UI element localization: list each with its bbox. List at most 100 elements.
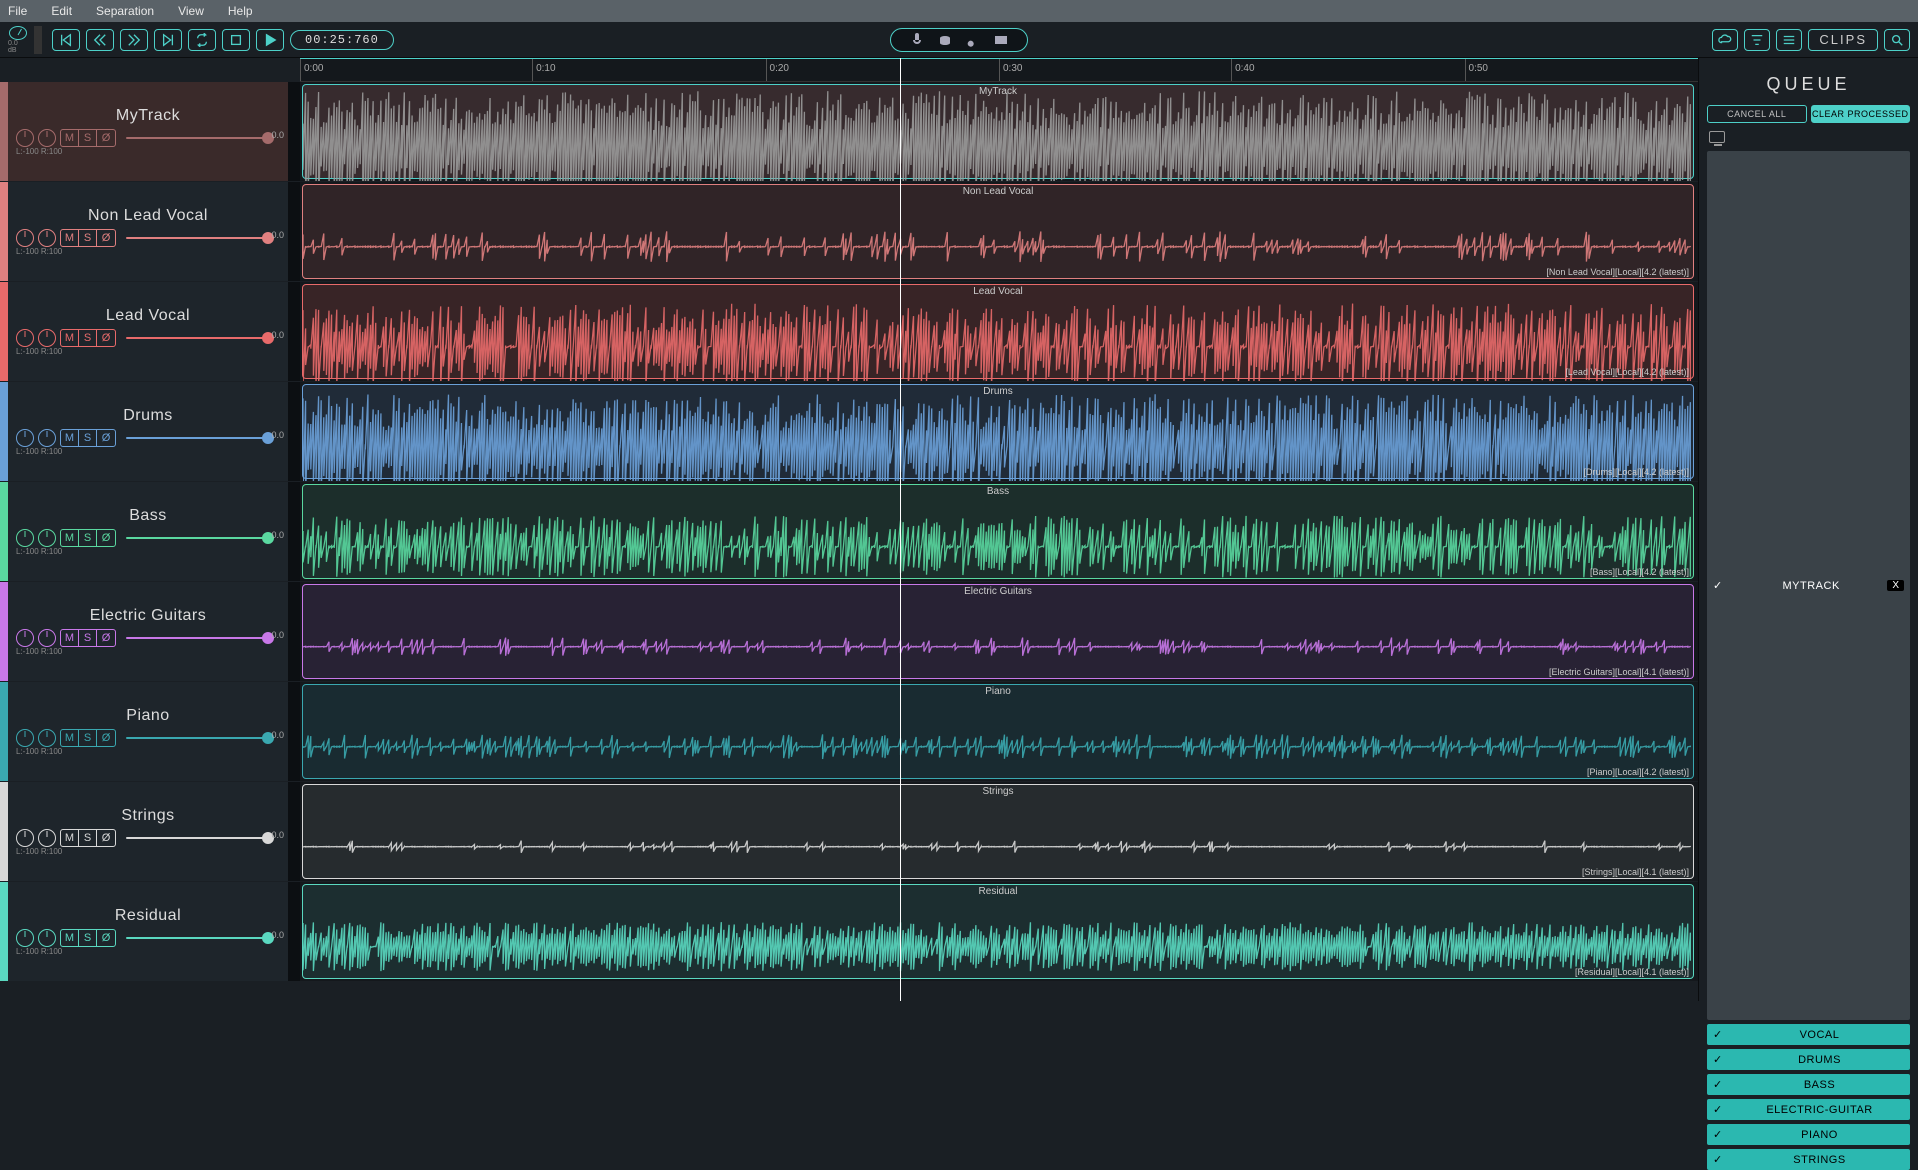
- track-gain-knob[interactable]: [38, 129, 56, 147]
- track-volume-slider[interactable]: [126, 237, 274, 239]
- solo-button[interactable]: S: [79, 930, 97, 946]
- track-lane[interactable]: Bass[Bass][Local][4.2 (latest)]: [300, 482, 1698, 581]
- phase-button[interactable]: Ø: [97, 630, 115, 646]
- audio-clip[interactable]: Bass[Bass][Local][4.2 (latest)]: [302, 484, 1694, 579]
- track-gain-knob[interactable]: [38, 729, 56, 747]
- queue-item[interactable]: ✓BASS: [1707, 1074, 1910, 1095]
- track-pan-knob[interactable]: [16, 529, 34, 547]
- solo-button[interactable]: S: [79, 730, 97, 746]
- track-gain-knob[interactable]: [38, 229, 56, 247]
- search-button[interactable]: [1884, 29, 1910, 51]
- track-pan-knob[interactable]: [16, 329, 34, 347]
- track-gain-knob[interactable]: [38, 629, 56, 647]
- solo-button[interactable]: S: [79, 530, 97, 546]
- queue-item[interactable]: ✓VOCAL: [1707, 1024, 1910, 1045]
- phase-button[interactable]: Ø: [97, 830, 115, 846]
- audio-clip[interactable]: Residual[Residual][Local][4.1 (latest)]: [302, 884, 1694, 979]
- track-pan-knob[interactable]: [16, 629, 34, 647]
- track-lane[interactable]: Lead Vocal[Lead Vocal][Local][4.2 (lates…: [300, 282, 1698, 381]
- rewind-button[interactable]: [86, 29, 114, 51]
- mute-button[interactable]: M: [61, 730, 79, 746]
- mute-button[interactable]: M: [61, 130, 79, 146]
- play-button[interactable]: [256, 29, 284, 51]
- track-volume-slider[interactable]: [126, 337, 274, 339]
- stop-button[interactable]: [222, 29, 250, 51]
- solo-button[interactable]: S: [79, 130, 97, 146]
- track-lane[interactable]: Residual[Residual][Local][4.1 (latest)]: [300, 882, 1698, 981]
- track-volume-slider[interactable]: [126, 437, 274, 439]
- mute-button[interactable]: M: [61, 430, 79, 446]
- solo-button[interactable]: S: [79, 330, 97, 346]
- track-volume-slider[interactable]: [126, 837, 274, 839]
- track-lane[interactable]: Drums[Drums][Local][4.2 (latest)]: [300, 382, 1698, 481]
- skip-end-button[interactable]: [154, 29, 182, 51]
- timecode-display[interactable]: 00:25:760: [290, 30, 394, 50]
- clips-panel-button[interactable]: CLIPS: [1808, 29, 1878, 51]
- track-lane[interactable]: Strings[Strings][Local][4.1 (latest)]: [300, 782, 1698, 881]
- menu-view[interactable]: View: [178, 4, 204, 18]
- skip-start-button[interactable]: [52, 29, 80, 51]
- audio-clip[interactable]: Drums[Drums][Local][4.2 (latest)]: [302, 384, 1694, 479]
- track-volume-slider[interactable]: [126, 637, 274, 639]
- timeline-ruler[interactable]: 0:000:100:200:300:400:501:: [300, 58, 1698, 82]
- track-pan-knob[interactable]: [16, 229, 34, 247]
- phase-button[interactable]: Ø: [97, 930, 115, 946]
- track-lane[interactable]: Piano[Piano][Local][4.2 (latest)]: [300, 682, 1698, 781]
- loop-button[interactable]: [188, 29, 216, 51]
- clear-processed-button[interactable]: CLEAR PROCESSED: [1811, 105, 1911, 123]
- separation-sources-pill[interactable]: [890, 28, 1028, 52]
- menu-separation[interactable]: Separation: [96, 4, 154, 18]
- track-pan-knob[interactable]: [16, 129, 34, 147]
- queue-item[interactable]: ✓STRINGS: [1707, 1149, 1910, 1170]
- queue-item[interactable]: ✓ELECTRIC-GUITAR: [1707, 1099, 1910, 1120]
- audio-clip[interactable]: Electric Guitars[Electric Guitars][Local…: [302, 584, 1694, 679]
- forward-button[interactable]: [120, 29, 148, 51]
- queue-item-close[interactable]: X: [1887, 580, 1904, 591]
- track-gain-knob[interactable]: [38, 329, 56, 347]
- mute-button[interactable]: M: [61, 330, 79, 346]
- menu-help[interactable]: Help: [228, 4, 253, 18]
- mute-button[interactable]: M: [61, 230, 79, 246]
- queue-item[interactable]: ✓PIANO: [1707, 1124, 1910, 1145]
- track-pan-knob[interactable]: [16, 929, 34, 947]
- audio-clip[interactable]: Strings[Strings][Local][4.1 (latest)]: [302, 784, 1694, 879]
- track-pan-knob[interactable]: [16, 429, 34, 447]
- phase-button[interactable]: Ø: [97, 230, 115, 246]
- audio-clip[interactable]: Non Lead Vocal[Non Lead Vocal][Local][4.…: [302, 184, 1694, 279]
- track-lane[interactable]: MyTrack: [300, 82, 1698, 181]
- solo-button[interactable]: S: [79, 830, 97, 846]
- queue-item[interactable]: ✓DRUMS: [1707, 1049, 1910, 1070]
- menu-edit[interactable]: Edit: [51, 4, 72, 18]
- track-volume-slider[interactable]: [126, 937, 274, 939]
- track-pan-knob[interactable]: [16, 829, 34, 847]
- solo-button[interactable]: S: [79, 430, 97, 446]
- track-volume-slider[interactable]: [126, 137, 274, 139]
- phase-button[interactable]: Ø: [97, 130, 115, 146]
- phase-button[interactable]: Ø: [97, 330, 115, 346]
- filter-button[interactable]: [1744, 29, 1770, 51]
- track-lane[interactable]: Electric Guitars[Electric Guitars][Local…: [300, 582, 1698, 681]
- menu-file[interactable]: File: [8, 4, 27, 18]
- audio-clip[interactable]: MyTrack: [302, 84, 1694, 179]
- solo-button[interactable]: S: [79, 230, 97, 246]
- track-volume-slider[interactable]: [126, 737, 274, 739]
- track-gain-knob[interactable]: [38, 929, 56, 947]
- track-pan-knob[interactable]: [16, 729, 34, 747]
- cancel-all-button[interactable]: CANCEL ALL: [1707, 105, 1807, 123]
- track-gain-knob[interactable]: [38, 429, 56, 447]
- phase-button[interactable]: Ø: [97, 730, 115, 746]
- phase-button[interactable]: Ø: [97, 530, 115, 546]
- track-gain-knob[interactable]: [38, 529, 56, 547]
- mute-button[interactable]: M: [61, 930, 79, 946]
- audio-clip[interactable]: Piano[Piano][Local][4.2 (latest)]: [302, 684, 1694, 779]
- mute-button[interactable]: M: [61, 630, 79, 646]
- solo-button[interactable]: S: [79, 630, 97, 646]
- audio-clip[interactable]: Lead Vocal[Lead Vocal][Local][4.2 (lates…: [302, 284, 1694, 379]
- master-gain-knob[interactable]: 0.0 dB: [8, 26, 28, 54]
- queue-item-main[interactable]: ✓ MYTRACK X: [1707, 151, 1910, 1020]
- track-lane[interactable]: Non Lead Vocal[Non Lead Vocal][Local][4.…: [300, 182, 1698, 281]
- phase-button[interactable]: Ø: [97, 430, 115, 446]
- mute-button[interactable]: M: [61, 830, 79, 846]
- cloud-button[interactable]: [1712, 29, 1738, 51]
- track-volume-slider[interactable]: [126, 537, 274, 539]
